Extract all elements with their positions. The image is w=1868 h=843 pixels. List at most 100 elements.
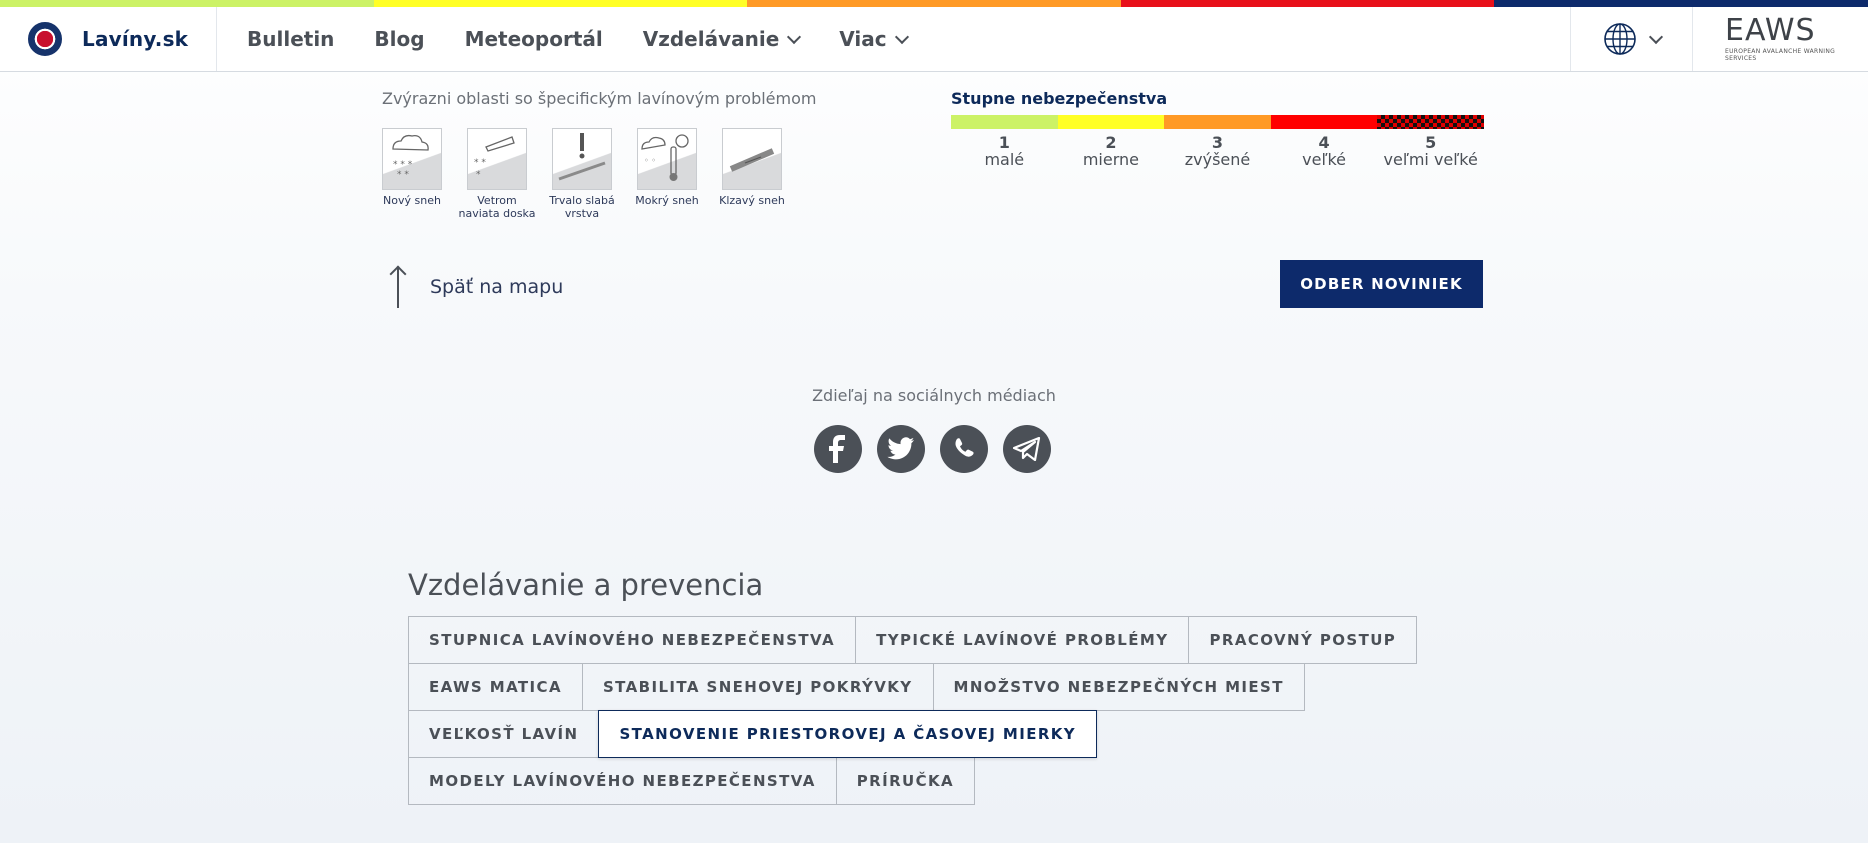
nav-vzdelavanie[interactable]: Vzdelávanie (642, 27, 802, 51)
edu-link-eaws-matrix[interactable]: EAWS MATICA (408, 663, 583, 711)
education-title: Vzdelávanie a prevencia (408, 568, 764, 602)
problem-label: Klzavý sneh (719, 194, 785, 207)
avalanche-problems: * * * * * Nový sneh * * * Vetrom naviata d… (382, 128, 785, 220)
svg-text:* *: * * (474, 158, 486, 168)
language-selector[interactable] (1570, 7, 1692, 71)
edu-link-workflow[interactable]: PRACOVNÝ POSTUP (1188, 616, 1418, 664)
facebook-icon (829, 435, 845, 463)
education-row: EAWS MATICA STABILITA SNEHOVEJ POKRÝVKY … (408, 663, 1408, 711)
back-to-map-label: Späť na mapu (430, 276, 564, 298)
gliding-snow-icon (722, 128, 782, 190)
problem-gliding-snow[interactable]: Klzavý sneh (719, 128, 785, 220)
arrow-up-icon (390, 266, 406, 308)
edu-link-danger-scale[interactable]: STUPNICA LAVÍNOVÉHO NEBEZPEČENSTVA (408, 616, 857, 664)
persistent-weak-layer-icon (552, 128, 612, 190)
level-name: veľmi veľké (1383, 150, 1478, 169)
nav-label: Vzdelávanie (642, 27, 780, 51)
problem-wet-snow[interactable]: ◦ ◦ Mokrý sneh (635, 128, 699, 220)
level-name: malé (984, 150, 1025, 169)
problem-label: Mokrý sneh (635, 194, 699, 207)
share-twitter-button[interactable] (877, 425, 925, 473)
new-snow-icon: * * * * * (382, 128, 442, 190)
level-number: 4 (1318, 133, 1330, 152)
problem-new-snow[interactable]: * * * * * Nový sneh (382, 128, 442, 220)
nav-blog[interactable]: Blog (374, 27, 424, 51)
brand-name: Lavíny.sk (82, 27, 189, 51)
level-color-bar (1164, 115, 1271, 129)
svg-text:* * *: * * * (393, 160, 413, 170)
share-whatsapp-button[interactable] (940, 425, 988, 473)
wind-slab-icon: * * * (467, 128, 527, 190)
share-buttons (814, 425, 1051, 473)
level-number: 1 (998, 133, 1010, 152)
problem-label: Vetrom naviata doska (458, 194, 536, 220)
telegram-icon (1013, 437, 1041, 461)
level-name: mierne (1082, 150, 1139, 169)
wet-snow-icon: ◦ ◦ (637, 128, 697, 190)
nav-label: Viac (839, 27, 887, 51)
danger-level-1: 1 malé (951, 115, 1058, 169)
strip-segment (0, 0, 374, 7)
nav-bulletin[interactable]: Bulletin (247, 27, 334, 51)
svg-text:*: * (476, 170, 481, 180)
edu-link-spatial-temporal-scale[interactable]: STANOVENIE PRIESTOROVEJ A ČASOVEJ MIERKY (598, 710, 1098, 758)
danger-scale: 1 malé 2 mierne 3 zvýšené 4 veľké 5 veľm… (951, 115, 1484, 169)
nav-label: Blog (374, 27, 425, 51)
education-row: VEĽKOSŤ LAVÍN STANOVENIE PRIESTOROVEJ A … (408, 710, 1408, 758)
svg-text:* *: * * (397, 170, 409, 180)
nav-label: Bulletin (247, 27, 335, 51)
edu-link-danger-models[interactable]: MODELY LAVÍNOVÉHO NEBEZPEČENSTVA (408, 757, 837, 805)
chevron-down-icon (787, 29, 802, 44)
chevron-down-icon (1648, 29, 1663, 44)
danger-level-5: 5 veľmi veľké (1377, 115, 1484, 169)
edu-link-typical-problems[interactable]: TYPICKÉ LAVÍNOVÉ PROBLÉMY (855, 616, 1190, 664)
svg-text:◦ ◦: ◦ ◦ (644, 156, 656, 165)
edu-link-handbook[interactable]: PRÍRUČKA (835, 757, 976, 805)
level-number: 5 (1425, 133, 1437, 152)
back-to-map-link[interactable]: Späť na mapu (390, 266, 563, 308)
edu-link-frequency[interactable]: MNOŽSTVO NEBEZPEČNÝCH MIEST (932, 663, 1305, 711)
level-name: zvýšené (1184, 150, 1251, 169)
strip-segment (1494, 0, 1868, 7)
education-row: STUPNICA LAVÍNOVÉHO NEBEZPEČENSTVA TYPIC… (408, 616, 1418, 664)
level-number: 2 (1105, 133, 1117, 152)
twitter-icon (887, 437, 914, 460)
danger-level-2: 2 mierne (1057, 115, 1165, 169)
share-title: Zdieľaj na sociálnych médiach (812, 386, 1056, 405)
site-header: Lavíny.sk Bulletin Blog Meteoportál Vzde… (0, 7, 1868, 72)
level-color-bar (951, 115, 1058, 129)
level-color-bar (1270, 115, 1378, 129)
chevron-down-icon (894, 29, 909, 44)
subscribe-button[interactable]: ODBER NOVINIEK (1280, 260, 1483, 308)
strip-segment (1120, 0, 1495, 7)
brand-home-link[interactable]: Lavíny.sk (0, 7, 217, 71)
edu-link-snowpack-stability[interactable]: STABILITA SNEHOVEJ POKRÝVKY (581, 663, 934, 711)
level-color-bar (1057, 115, 1165, 129)
strip-segment (747, 0, 1121, 7)
site-logo (28, 22, 62, 56)
level-color-bar (1377, 115, 1484, 129)
eaws-wordmark: EAWS (1725, 13, 1816, 48)
education-links: STUPNICA LAVÍNOVÉHO NEBEZPEČENSTVA TYPIC… (408, 616, 1418, 805)
education-row: MODELY LAVÍNOVÉHO NEBEZPEČENSTVA PRÍRUČK… (408, 757, 1408, 805)
color-strip (0, 0, 1868, 7)
edu-link-avalanche-size[interactable]: VEĽKOSŤ LAVÍN (408, 710, 600, 758)
globe-icon (1603, 23, 1636, 55)
share-facebook-button[interactable] (814, 425, 862, 473)
problem-label: Nový sneh (383, 194, 441, 207)
level-number: 3 (1211, 133, 1224, 152)
problem-label: Trvalo slabá vrstva (549, 194, 615, 220)
nav-meteoportal[interactable]: Meteoportál (465, 27, 603, 51)
nav-label: Meteoportál (464, 27, 603, 51)
problem-persistent-weak-layer[interactable]: Trvalo slabá vrstva (549, 128, 615, 220)
share-telegram-button[interactable] (1003, 425, 1051, 473)
main-nav: Bulletin Blog Meteoportál Vzdelávanie Vi… (217, 7, 909, 71)
level-name: veľké (1302, 150, 1346, 169)
danger-scale-title: Stupne nebezpečenstva (951, 89, 1168, 108)
danger-level-3: 3 zvýšené (1164, 115, 1271, 169)
eaws-logo-link[interactable]: EAWS EUROPEAN AVALANCHE WARNING SERVICES (1692, 7, 1868, 71)
nav-viac[interactable]: Viac (839, 27, 909, 51)
whatsapp-icon (955, 438, 974, 457)
problems-title: Zvýrazni oblasti so špecifickým lavínový… (382, 89, 817, 108)
problem-wind-slab[interactable]: * * * Vetrom naviata doska (459, 128, 535, 220)
